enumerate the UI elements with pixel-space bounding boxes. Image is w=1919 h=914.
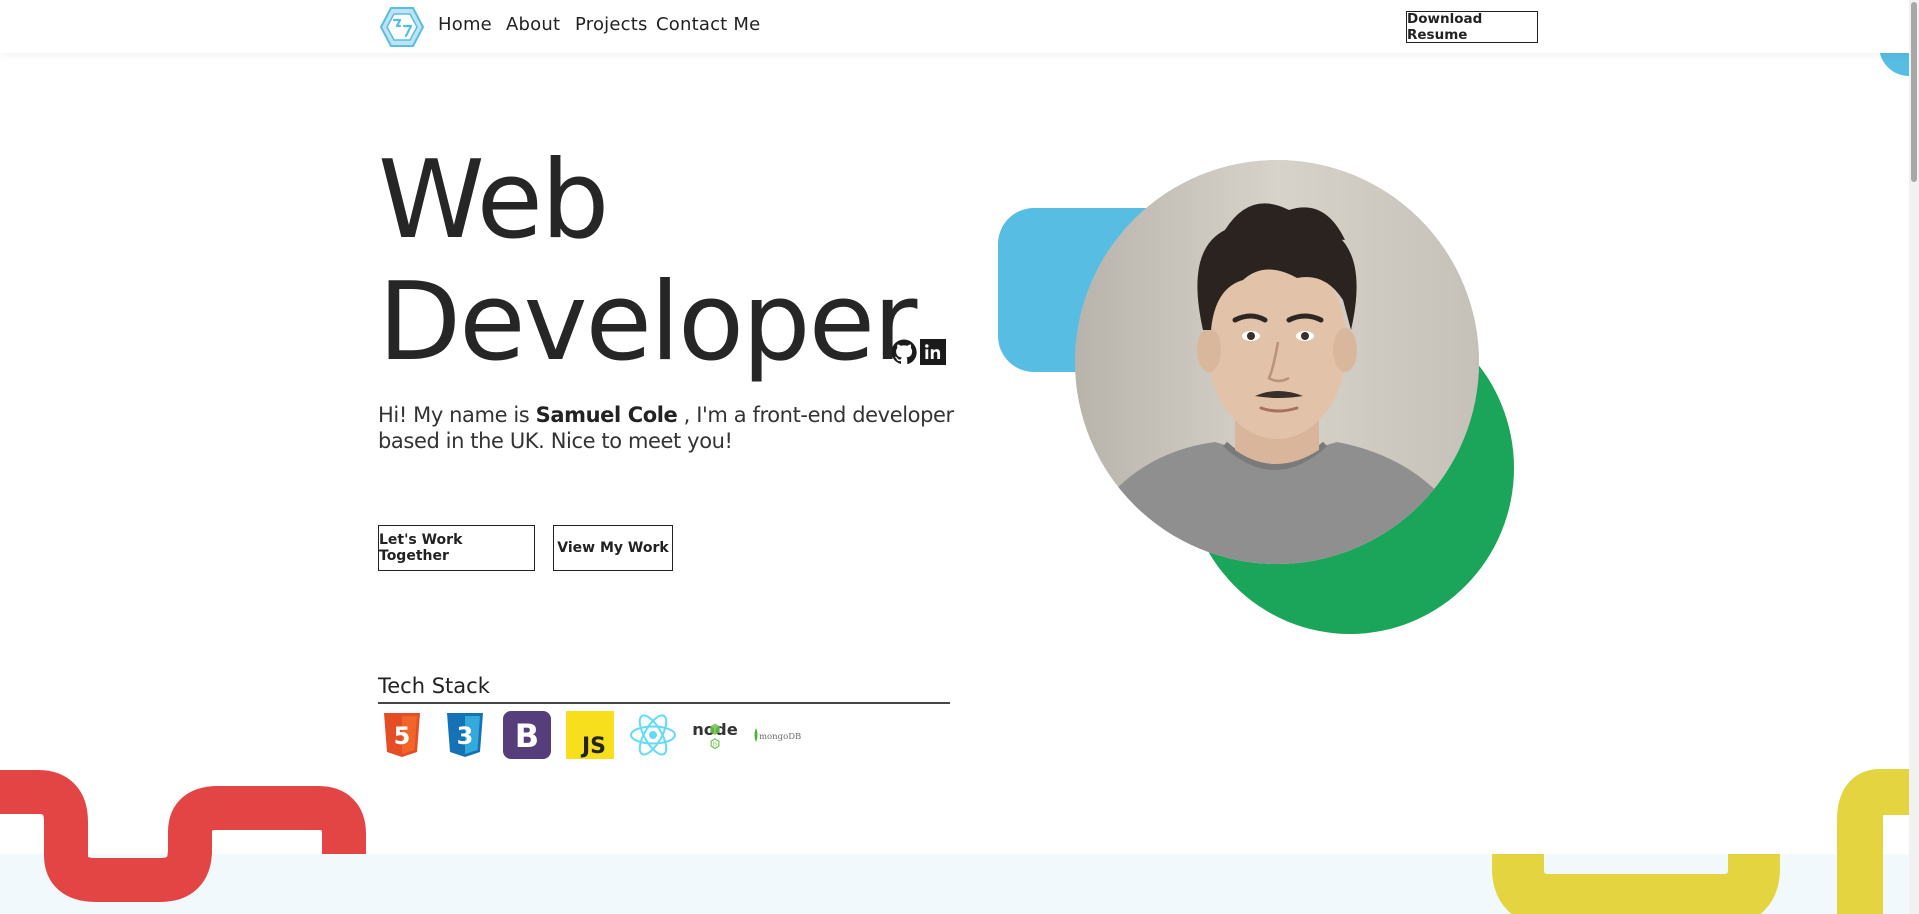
foreground-decorations: [44, 848, 1883, 914]
intro-text: Hi! My name is Samuel Cole , I'm a front…: [378, 402, 958, 454]
javascript-icon: JS: [565, 710, 615, 760]
tech-stack-title: Tech Stack: [378, 674, 490, 698]
svg-text:mongoDB: mongoDB: [759, 732, 801, 742]
linkedin-icon[interactable]: [920, 339, 946, 365]
background-decorations: [0, 16, 1919, 914]
intro-prefix: Hi! My name is: [378, 403, 536, 427]
scrollbar-thumb[interactable]: [1911, 2, 1917, 182]
nav-about-link[interactable]: About: [506, 14, 560, 35]
top-navbar: Home About Projects Contact Me Download …: [0, 0, 1909, 53]
nodejs-icon: node JS: [690, 710, 740, 760]
nav-contact-link[interactable]: Contact Me: [656, 14, 760, 35]
hero-title: Web Developer: [378, 138, 917, 385]
nav-projects-link[interactable]: Projects: [575, 14, 648, 35]
tech-stack-divider: [378, 702, 950, 704]
download-resume-button[interactable]: Download Resume: [1406, 11, 1538, 43]
svg-text:B: B: [515, 717, 539, 755]
svg-text:JS: JS: [712, 742, 717, 748]
profile-photo: [1075, 160, 1479, 564]
mongodb-icon: mongoDB: [752, 710, 806, 760]
svg-text:5: 5: [394, 722, 411, 750]
intro-name: Samuel Cole: [535, 403, 678, 427]
nav-home-link[interactable]: Home: [438, 14, 492, 35]
svg-text:3: 3: [457, 722, 474, 750]
hexagon-logo-icon[interactable]: [380, 6, 424, 48]
next-section-band: [0, 854, 1909, 914]
hero-title-line-2: Developer: [378, 260, 917, 385]
css3-icon: 3: [440, 710, 490, 760]
github-icon[interactable]: [891, 339, 917, 365]
work-together-button[interactable]: Let's Work Together: [378, 525, 535, 571]
svg-text:JS: JS: [580, 734, 606, 759]
hero-title-line-1: Web: [378, 138, 609, 263]
view-work-button[interactable]: View My Work: [553, 525, 673, 571]
html5-icon: 5: [377, 710, 427, 760]
react-icon: [628, 710, 678, 760]
bootstrap-icon: B: [502, 710, 552, 760]
